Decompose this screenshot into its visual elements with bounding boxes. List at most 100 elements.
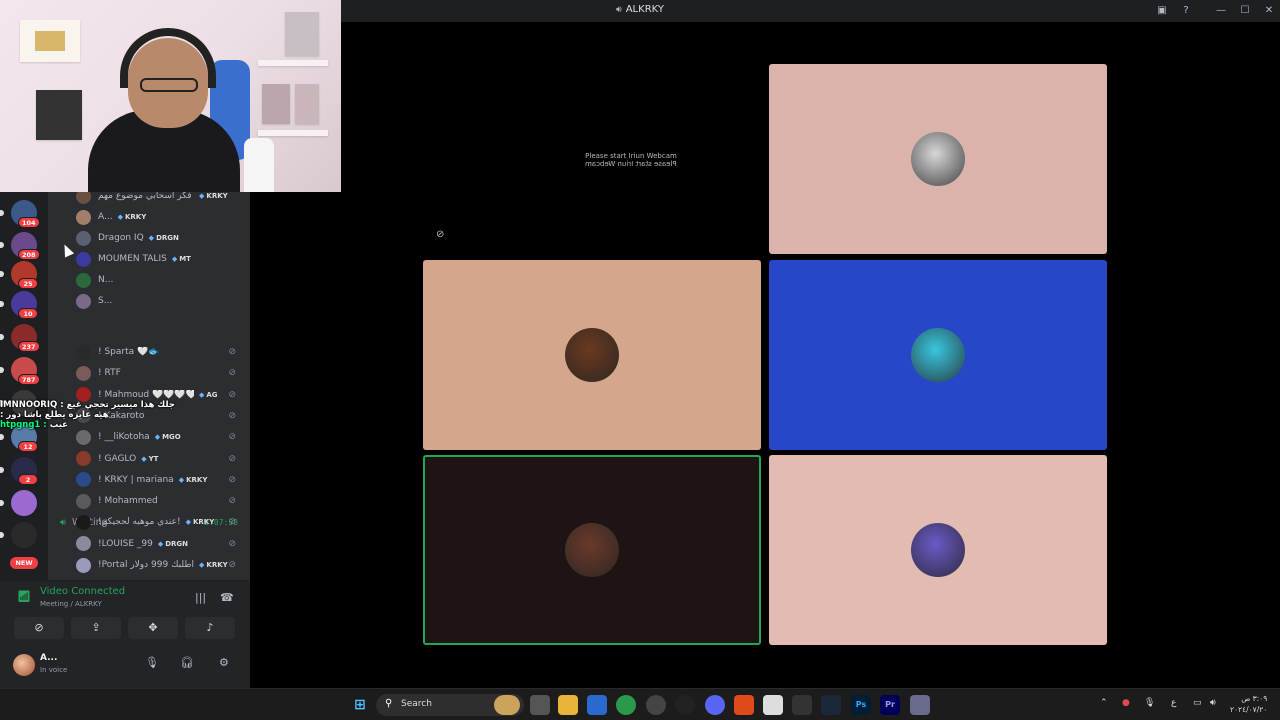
photoshop-icon[interactable]: Ps bbox=[851, 695, 871, 715]
start-button[interactable]: ⊞ bbox=[350, 695, 370, 715]
user-tag: ◆ DRGN bbox=[149, 234, 179, 242]
noise-suppression-icon[interactable]: ||| bbox=[195, 591, 206, 604]
server-icon[interactable] bbox=[11, 490, 37, 516]
inbox-icon[interactable]: ▣ bbox=[1155, 4, 1169, 18]
signal-icon[interactable]: 📶︎ bbox=[17, 590, 31, 603]
activities-button[interactable]: ✥ bbox=[128, 617, 178, 639]
voice-user[interactable]: S... bbox=[76, 291, 246, 311]
help-icon[interactable]: ? bbox=[1179, 4, 1193, 18]
task-view-icon[interactable] bbox=[530, 695, 550, 715]
user-name: ! Mahmoud 🤍🤍🤍🤍 bbox=[98, 389, 194, 400]
voice-user[interactable]: !عندي موهبه لحجيكم! ◆ KRKY ⊘ bbox=[76, 512, 246, 532]
video-tile[interactable] bbox=[423, 260, 761, 450]
chrome-icon[interactable] bbox=[616, 695, 636, 715]
settings-app-icon[interactable] bbox=[675, 695, 695, 715]
tray-app-icon[interactable]: ● bbox=[1122, 698, 1130, 708]
user-name: ! RTF bbox=[98, 368, 121, 379]
brave-icon[interactable] bbox=[734, 695, 754, 715]
stream-chat-user: IMNNOORIQ : bbox=[0, 400, 64, 410]
server-unread-dot bbox=[0, 242, 4, 248]
deafened-icon: ⊘ bbox=[228, 538, 236, 549]
deafened-icon: ⊘ bbox=[228, 347, 236, 357]
user-name: A... bbox=[98, 212, 113, 222]
gem-icon: ◆ bbox=[199, 390, 205, 399]
user-avatar bbox=[76, 514, 91, 530]
voice-user[interactable]: ! Mohammed ⊘ bbox=[76, 491, 246, 511]
stream-chat-message: : هيه عايزه يطلع باشا دور bbox=[0, 410, 160, 420]
gold-play-button-plaque bbox=[32, 28, 68, 54]
steam-icon[interactable] bbox=[821, 695, 841, 715]
server-mention-badge: 237 bbox=[18, 341, 40, 352]
user-avatar bbox=[76, 251, 91, 267]
premiere-icon[interactable]: Pr bbox=[880, 695, 900, 715]
widgets-icon[interactable] bbox=[494, 695, 520, 715]
user-tag-text: KRKY bbox=[186, 475, 208, 484]
voice-user[interactable]: A... ◆ KRKY bbox=[76, 207, 246, 227]
video-tile[interactable] bbox=[769, 455, 1107, 645]
video-hidden-icon[interactable]: ⊘ bbox=[436, 229, 444, 240]
voice-user[interactable]: !Portal اطلبك 999 دولار ◆ KRKY ⊘ bbox=[76, 555, 246, 575]
glasses bbox=[140, 78, 198, 92]
disconnect-icon[interactable]: ☎︎ bbox=[220, 591, 234, 604]
screen-share-button[interactable]: ⇪ bbox=[71, 617, 121, 639]
tray-mic-icon[interactable]: 🎙︎ bbox=[1144, 698, 1155, 708]
server-unread-dot bbox=[0, 367, 4, 373]
voice-location[interactable]: Meeting / ALKRKY bbox=[40, 600, 102, 608]
shelf bbox=[258, 60, 328, 66]
user-avatar bbox=[76, 472, 91, 488]
user-tag: ◆ KRKY bbox=[186, 518, 215, 526]
user-avatar[interactable] bbox=[13, 654, 35, 676]
user-name[interactable]: A... bbox=[40, 653, 57, 663]
server-mention-badge: 104 bbox=[18, 217, 40, 228]
user-name: !Portal اطلبك 999 دولار bbox=[98, 560, 194, 570]
voice-user[interactable]: فكر أسحابي موضوع مهم ! ◆KRKY bbox=[76, 192, 246, 206]
discord-icon[interactable] bbox=[705, 695, 725, 715]
user-tag: ◆ KRKY bbox=[179, 476, 208, 484]
user-tag-text: MGO bbox=[162, 433, 181, 442]
streamer-webcam bbox=[0, 0, 341, 192]
volume-icon[interactable]: 🔊︎ bbox=[1210, 698, 1216, 708]
camera-toggle-button[interactable]: ⊘ bbox=[14, 617, 64, 639]
network-icon[interactable]: ▭ bbox=[1193, 698, 1202, 708]
minimize-button[interactable]: — bbox=[1214, 4, 1228, 18]
voice-user[interactable]: N... bbox=[76, 270, 246, 290]
maximize-button[interactable]: ☐ bbox=[1238, 4, 1252, 18]
settings-gear-icon[interactable]: ⚙ bbox=[219, 656, 229, 669]
voice-user[interactable]: ! RTF ⊘ bbox=[76, 363, 246, 383]
soundboard-button[interactable]: ♪ bbox=[185, 617, 235, 639]
app-icon[interactable] bbox=[910, 695, 930, 715]
file-explorer-icon[interactable] bbox=[558, 695, 578, 715]
app-icon[interactable] bbox=[763, 695, 783, 715]
chevron-up-icon[interactable]: ⌃ bbox=[1100, 698, 1108, 708]
app-icon[interactable] bbox=[646, 695, 666, 715]
user-avatar bbox=[76, 344, 91, 360]
video-tile[interactable] bbox=[769, 64, 1107, 254]
video-tile[interactable] bbox=[769, 260, 1107, 450]
microphone-icon[interactable]: 🎙︎ bbox=[145, 656, 159, 669]
server-icon[interactable] bbox=[11, 522, 37, 548]
language-indicator[interactable]: ع bbox=[1171, 698, 1176, 708]
server-mention-badge: 25 bbox=[18, 278, 38, 289]
deafened-icon: ⊘ bbox=[228, 517, 236, 528]
voice-user[interactable]: !LOUISE _99 ◆ DRGN ⊘ bbox=[76, 534, 246, 554]
user-avatar bbox=[76, 293, 91, 309]
capcut-icon[interactable] bbox=[792, 695, 812, 715]
voice-user[interactable]: Dragon IQ ◆ DRGN bbox=[76, 228, 246, 248]
headphones-icon[interactable]: 🎧︎ bbox=[180, 656, 194, 669]
voice-user[interactable]: MOUMEN TALIS ◆ MT bbox=[76, 249, 246, 269]
voice-user[interactable]: ! KRKY | mariana ◆ KRKY ⊘ bbox=[76, 470, 246, 490]
voice-user[interactable]: ! GAGLO ◆ YT ⊘ bbox=[76, 449, 246, 469]
gem-icon: ◆ bbox=[185, 518, 191, 527]
user-tag: ◆ MT bbox=[172, 255, 191, 263]
video-tile[interactable] bbox=[423, 455, 761, 645]
gem-icon: ◆ bbox=[117, 213, 123, 221]
user-name: Dragon IQ bbox=[98, 233, 144, 243]
clock[interactable]: ٣:٠٩ ص ٢٠٢٤/٠٧/٢٠ bbox=[1230, 693, 1267, 715]
server-unread-dot bbox=[0, 532, 4, 538]
store-icon[interactable] bbox=[587, 695, 607, 715]
close-button[interactable]: ✕ bbox=[1262, 4, 1276, 18]
user-avatar bbox=[76, 272, 91, 288]
voice-status[interactable]: Video Connected bbox=[40, 586, 125, 597]
new-servers-pill[interactable]: NEW bbox=[10, 557, 38, 569]
voice-user[interactable]: ! Sparta 🤍🐟 ⊘ bbox=[76, 342, 246, 362]
